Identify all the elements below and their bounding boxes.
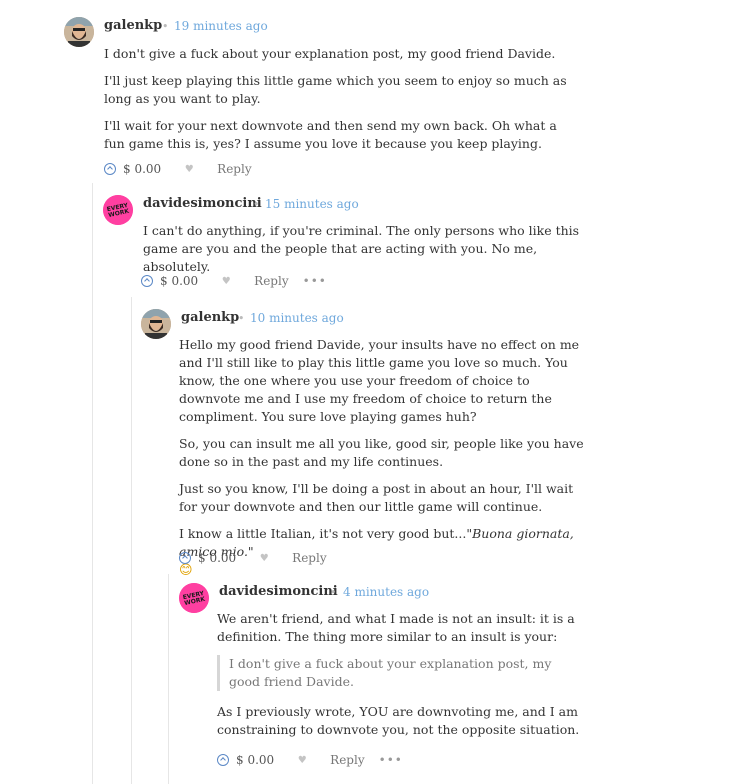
payout-amount[interactable]: $ 0.00 xyxy=(123,162,161,176)
separator-dot: • xyxy=(253,198,260,211)
upvote-icon[interactable] xyxy=(141,275,153,287)
separator-dot: • xyxy=(238,312,245,325)
comment-author[interactable]: davidesimoncini xyxy=(219,584,338,599)
comment-paragraph: Just so you know, I'll be doing a post i… xyxy=(179,481,574,514)
blockquote: I don't give a fuck about your explanati… xyxy=(217,655,582,691)
comment-footer: $ 0.00 ♥ Reply xyxy=(104,160,266,178)
comment-paragraph: We aren't friend, and what I made is not… xyxy=(217,611,575,644)
payout-amount[interactable]: $ 0.00 xyxy=(236,753,274,767)
heart-icon[interactable]: ♥ xyxy=(220,276,232,287)
comment-footer: $ 0.00 ♥ Reply ••• xyxy=(141,272,327,290)
avatar[interactable]: EVERY WORK xyxy=(103,195,133,225)
more-options-icon[interactable]: ••• xyxy=(303,274,327,288)
comment-footer: $ 0.00 ♥ Reply ••• xyxy=(217,751,403,769)
separator-dot: • xyxy=(162,20,169,33)
comment-paragraph: I can't do anything, if you're criminal.… xyxy=(143,223,580,274)
comment-timestamp[interactable]: 10 minutes ago xyxy=(250,311,344,325)
comment-author[interactable]: galenkp xyxy=(104,18,162,33)
separator-dot: • xyxy=(330,586,337,599)
heart-icon[interactable]: ♥ xyxy=(258,553,270,564)
upvote-icon[interactable] xyxy=(179,552,191,564)
comment-footer: $ 0.00 ♥ Reply xyxy=(179,549,341,567)
comment-paragraph: So, you can insult me all you like, good… xyxy=(179,436,584,469)
upvote-icon[interactable] xyxy=(217,754,229,766)
heart-icon[interactable]: ♥ xyxy=(296,755,308,766)
brand-logo-icon: EVERY WORK xyxy=(179,583,209,613)
avatar[interactable]: EVERY WORK xyxy=(179,583,209,613)
more-options-icon[interactable]: ••• xyxy=(379,753,403,767)
comment-paragraph: I'll wait for your next downvote and the… xyxy=(104,118,557,151)
user-avatar-icon xyxy=(64,17,94,47)
brand-logo-icon: EVERY WORK xyxy=(103,195,133,225)
comment-paragraph: I don't give a fuck about your explanati… xyxy=(104,46,556,61)
comment-timestamp[interactable]: 19 minutes ago xyxy=(174,19,268,33)
heart-icon[interactable]: ♥ xyxy=(183,164,195,175)
comment-timestamp[interactable]: 4 minutes ago xyxy=(343,585,429,599)
payout-amount[interactable]: $ 0.00 xyxy=(160,274,198,288)
thread-line xyxy=(168,574,169,784)
comment-paragraph: As I previously wrote, YOU are downvotin… xyxy=(217,704,580,737)
thread-line xyxy=(92,183,93,784)
payout-amount[interactable]: $ 0.00 xyxy=(198,551,236,565)
comment-text: I know a little Italian, it's not very g… xyxy=(179,526,467,541)
comment-timestamp[interactable]: 15 minutes ago xyxy=(265,197,359,211)
thread-line xyxy=(131,297,132,784)
comment-author[interactable]: galenkp xyxy=(181,310,239,325)
upvote-icon[interactable] xyxy=(104,163,116,175)
comment-paragraph: I'll just keep playing this little game … xyxy=(104,73,567,106)
comment-author[interactable]: davidesimoncini xyxy=(143,196,262,211)
comment-paragraph: Hello my good friend Davide, your insult… xyxy=(179,337,580,424)
avatar[interactable] xyxy=(141,309,171,339)
avatar[interactable] xyxy=(64,17,94,47)
reply-button[interactable]: Reply xyxy=(292,551,326,565)
comment-body: We aren't friend, and what I made is not… xyxy=(217,610,582,748)
reply-button[interactable]: Reply xyxy=(217,162,251,176)
reply-button[interactable]: Reply xyxy=(330,753,364,767)
reply-button[interactable]: Reply xyxy=(254,274,288,288)
comment-body: I don't give a fuck about your explanati… xyxy=(104,45,579,162)
user-avatar-icon xyxy=(141,309,171,339)
